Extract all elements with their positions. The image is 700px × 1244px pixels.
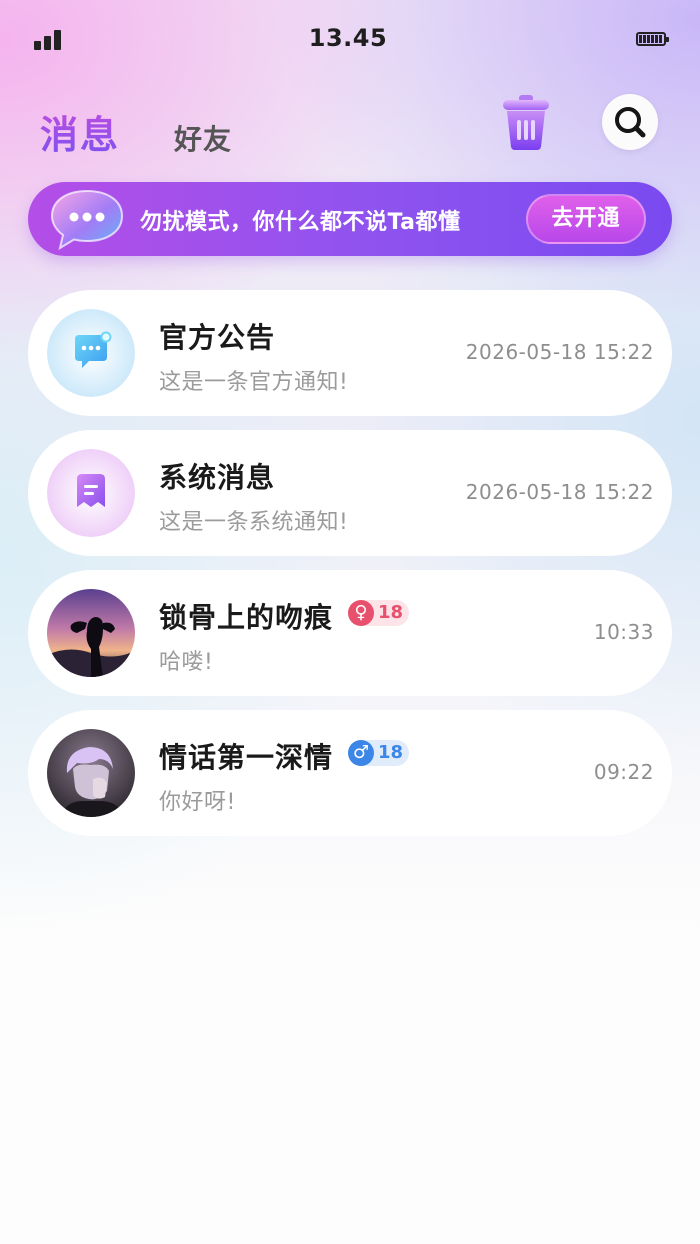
system-message-icon: [47, 449, 135, 537]
message-timestamp: 2026-05-18 15:22: [465, 340, 654, 364]
list-item[interactable]: 情话第一深情 ♂ 18 你好呀! 09:22: [28, 710, 672, 836]
female-icon: ♀: [348, 600, 374, 626]
list-item[interactable]: 官方公告 这是一条官方通知! 2026-05-18 15:22: [28, 290, 672, 416]
announcement-icon: [47, 309, 135, 397]
conversation-name: 系统消息: [159, 461, 276, 494]
tab-friends[interactable]: 好友: [174, 118, 232, 158]
age-label: 18: [378, 742, 404, 763]
avatar: [47, 729, 135, 817]
signal-icon: [34, 30, 62, 50]
message-preview: 这是一条官方通知!: [159, 370, 349, 395]
conversation-name: 官方公告: [159, 321, 276, 354]
conversation-name: 锁骨上的吻痕: [159, 601, 334, 634]
message-timestamp: 2026-05-18 15:22: [465, 480, 654, 504]
search-icon: [615, 107, 646, 138]
message-preview: 你好呀!: [159, 790, 236, 815]
message-timestamp: 10:33: [593, 620, 654, 644]
conversation-name: 情话第一深情: [159, 741, 334, 774]
search-button[interactable]: [602, 94, 658, 150]
trash-icon[interactable]: [500, 92, 552, 152]
gender-age-badge: ♀ 18: [348, 600, 410, 626]
list-item[interactable]: 锁骨上的吻痕 ♀ 18 哈喽! 10:33: [28, 570, 672, 696]
activate-button[interactable]: 去开通: [526, 194, 646, 244]
battery-icon: [636, 32, 669, 46]
male-icon: ♂: [348, 740, 374, 766]
status-time: 13.45: [308, 24, 388, 52]
avatar: [47, 589, 135, 677]
message-preview: 这是一条系统通知!: [159, 510, 349, 535]
chat-bubble-icon: [50, 187, 124, 251]
gender-age-badge: ♂ 18: [348, 740, 410, 766]
message-preview: 哈喽!: [159, 650, 214, 675]
age-label: 18: [378, 602, 404, 623]
list-item[interactable]: 系统消息 这是一条系统通知! 2026-05-18 15:22: [28, 430, 672, 556]
message-timestamp: 09:22: [593, 760, 654, 784]
banner-text: 勿扰模式，你什么都不说Ta都懂: [140, 210, 461, 235]
tab-messages[interactable]: 消息: [40, 104, 120, 159]
